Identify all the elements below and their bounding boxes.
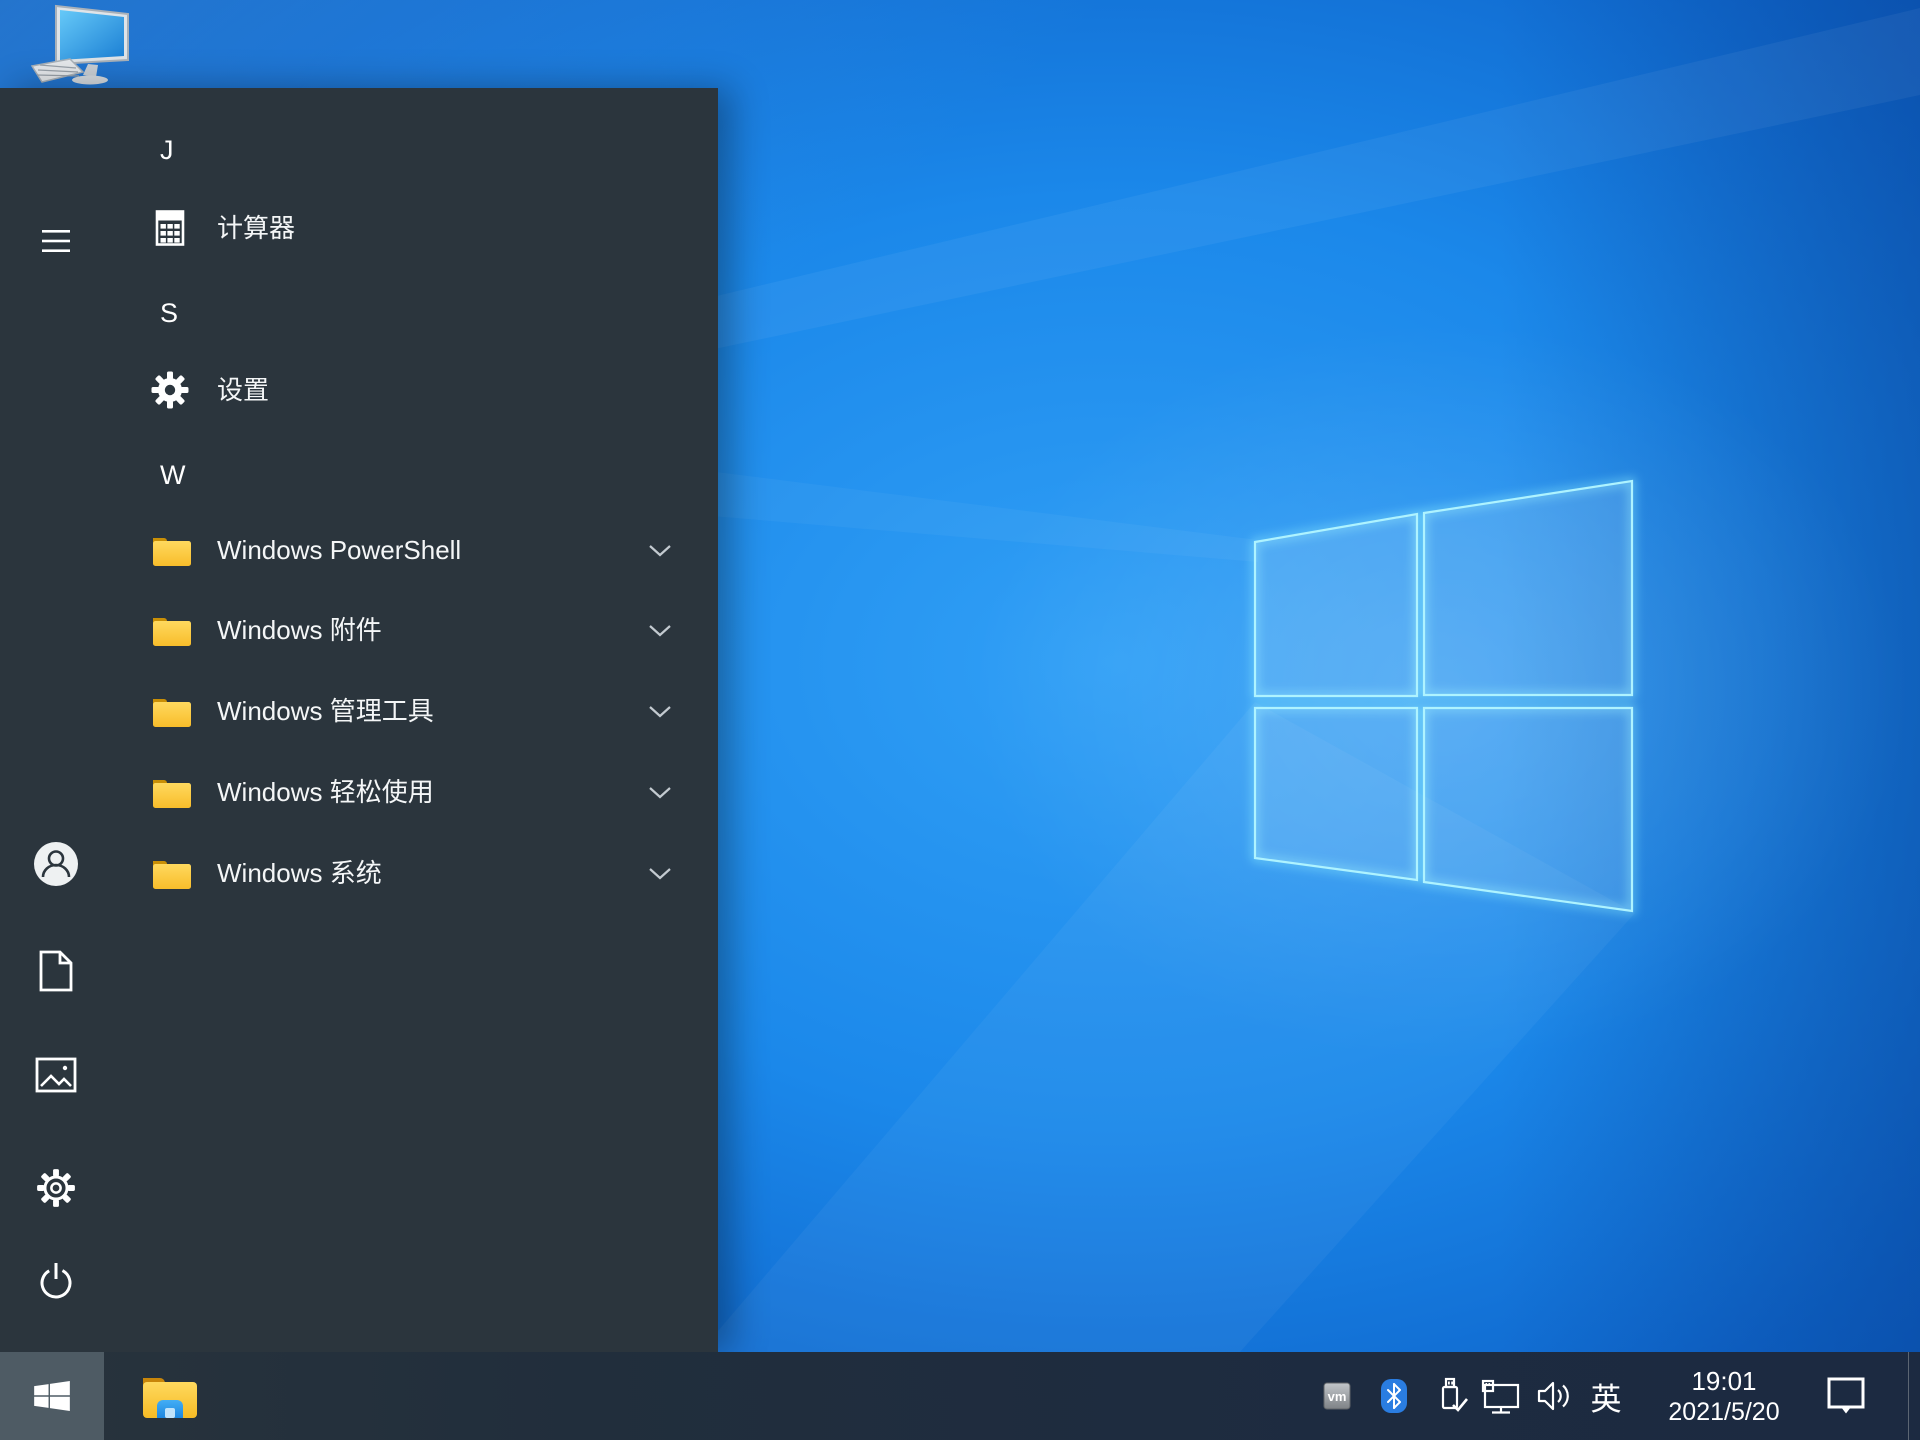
folder-label: Windows 附件 bbox=[217, 615, 382, 645]
bluetooth-icon bbox=[1381, 1379, 1407, 1413]
bluetooth-tray-button[interactable] bbox=[1376, 1352, 1412, 1440]
this-pc-desktop-icon[interactable] bbox=[26, 2, 138, 90]
rail-pictures-button[interactable] bbox=[32, 1051, 80, 1099]
rail-settings-button[interactable] bbox=[32, 1164, 80, 1212]
clock-time: 19:01 bbox=[1691, 1365, 1757, 1396]
rail-documents-button[interactable] bbox=[32, 947, 80, 995]
chevron-down-icon[interactable] bbox=[648, 544, 672, 558]
show-desktop-button[interactable] bbox=[1908, 1352, 1920, 1440]
folder-icon bbox=[150, 610, 191, 650]
clock-date: 2021/5/20 bbox=[1668, 1397, 1780, 1426]
action-center-icon bbox=[1827, 1377, 1865, 1414]
start-app-settings[interactable]: 设置 bbox=[0, 350, 718, 430]
windows-logo-icon bbox=[34, 1381, 70, 1411]
chevron-down-icon[interactable] bbox=[648, 867, 672, 881]
start-button[interactable] bbox=[0, 1352, 104, 1440]
windows-desktop: { "desktop": { "this_pc_icon": "this-pc-… bbox=[0, 0, 1920, 1440]
start-folder-windows-ease-of-access[interactable]: Windows 轻松使用 bbox=[0, 752, 718, 832]
taskbar-clock[interactable]: 19:01 2021/5/20 bbox=[1636, 1352, 1812, 1440]
start-menu: J S W 计算器 设置 Windows PowerShell Windows … bbox=[0, 88, 718, 1352]
gear-icon bbox=[150, 370, 190, 410]
usb-eject-icon bbox=[1441, 1377, 1469, 1412]
svg-text:vm: vm bbox=[1328, 1389, 1347, 1404]
section-letter-s[interactable]: S bbox=[160, 295, 220, 331]
volume-icon bbox=[1537, 1381, 1569, 1411]
pictures-icon bbox=[35, 1057, 77, 1093]
start-folder-windows-admin-tools[interactable]: Windows 管理工具 bbox=[0, 671, 718, 751]
section-letter-w[interactable]: W bbox=[160, 457, 220, 493]
power-icon bbox=[40, 1263, 72, 1299]
start-folder-windows-accessories[interactable]: Windows 附件 bbox=[0, 590, 718, 670]
documents-icon bbox=[39, 950, 73, 992]
folder-label: Windows 系统 bbox=[217, 858, 382, 888]
file-explorer-icon bbox=[143, 1378, 197, 1418]
folder-label: Windows 轻松使用 bbox=[217, 777, 434, 807]
volume-tray-button[interactable] bbox=[1534, 1352, 1574, 1440]
section-letter-j[interactable]: J bbox=[160, 132, 220, 168]
action-center-button[interactable] bbox=[1822, 1352, 1870, 1440]
rail-power-button[interactable] bbox=[32, 1258, 80, 1306]
folder-icon bbox=[150, 530, 191, 570]
chevron-down-icon[interactable] bbox=[648, 624, 672, 638]
folder-icon bbox=[150, 691, 191, 731]
network-tray-button[interactable] bbox=[1480, 1352, 1522, 1440]
vmware-icon: vm bbox=[1323, 1382, 1351, 1410]
calculator-icon bbox=[150, 208, 190, 248]
chevron-down-icon[interactable] bbox=[648, 705, 672, 719]
app-label: 计算器 bbox=[217, 213, 296, 243]
chevron-down-icon[interactable] bbox=[648, 786, 672, 800]
vmware-tray-button[interactable]: vm bbox=[1318, 1352, 1356, 1440]
folder-icon bbox=[150, 853, 191, 893]
folder-icon bbox=[150, 772, 191, 812]
rail-user-button[interactable] bbox=[32, 840, 80, 888]
start-folder-windows-system[interactable]: Windows 系统 bbox=[0, 833, 718, 913]
folder-label: Windows 管理工具 bbox=[217, 696, 434, 726]
file-explorer-taskbar-button[interactable] bbox=[104, 1352, 236, 1440]
folder-label: Windows PowerShell bbox=[217, 535, 462, 565]
network-icon bbox=[1481, 1379, 1520, 1414]
this-pc-icon bbox=[30, 4, 129, 85]
start-app-calculator[interactable]: 计算器 bbox=[0, 188, 718, 268]
windows-logo-wallpaper bbox=[1253, 479, 1634, 913]
user-avatar-icon bbox=[34, 842, 78, 886]
start-folder-windows-powershell[interactable]: Windows PowerShell bbox=[0, 510, 718, 590]
app-label: 设置 bbox=[217, 375, 270, 405]
taskbar: vm 英 19:01 2021/5/20 bbox=[0, 1352, 1920, 1440]
usb-tray-button[interactable] bbox=[1432, 1352, 1472, 1440]
ime-language-indicator[interactable]: 英 bbox=[1584, 1352, 1628, 1440]
settings-gear-icon bbox=[37, 1169, 75, 1207]
